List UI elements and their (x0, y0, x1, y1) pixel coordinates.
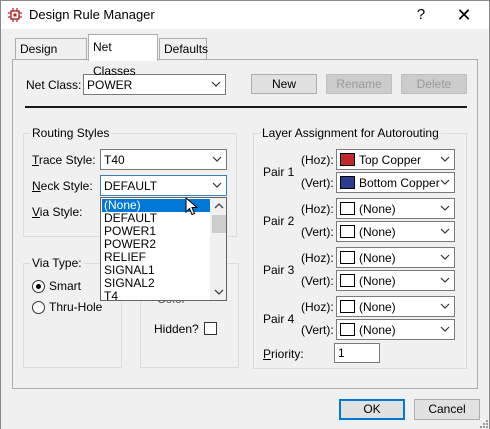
tab-design-rules[interactable]: Design Rules (15, 38, 87, 76)
layer-color-swatch (340, 202, 355, 215)
separator-line (25, 106, 467, 108)
mouse-cursor-icon (185, 197, 199, 216)
vert-layer-select[interactable]: Bottom Copper (336, 172, 455, 193)
hoz-label: (Hoz): (301, 153, 334, 167)
dropdown-scrollbar[interactable] (210, 198, 226, 300)
tab-defaults[interactable]: Defaults (159, 38, 209, 60)
vert-layer-select[interactable]: (None) (336, 319, 455, 340)
layer-color-swatch (340, 176, 355, 189)
smart-radio[interactable] (32, 280, 45, 293)
hoz-layer-select[interactable]: (None) (336, 198, 455, 219)
tab-net-classes[interactable]: Net Classes (88, 34, 158, 78)
layer-color-swatch (340, 225, 355, 238)
vert-label: (Vert): (301, 225, 334, 239)
net-class-label: Net Class: (26, 78, 82, 92)
rename-button[interactable]: Rename (326, 74, 392, 94)
layer-color-swatch (340, 251, 355, 264)
layer-color-swatch (340, 300, 355, 313)
thru-hole-label: Thru-Hole (49, 300, 103, 314)
hoz-layer-value: Top Copper (359, 153, 422, 167)
close-button[interactable]: ✕ (449, 4, 479, 26)
ok-button[interactable]: OK (339, 399, 405, 420)
via-type-title: Via Type: (30, 256, 84, 270)
title-bar[interactable]: Design Rule Manager ? ✕ (1, 1, 489, 29)
layer-assignment-title: Layer Assignment for Autorouting (260, 126, 441, 140)
pair-label: Pair 4 (263, 312, 295, 326)
tab-label: Net Classes (93, 40, 136, 78)
scroll-down-icon[interactable] (211, 284, 227, 300)
delete-button[interactable]: Delete (401, 74, 467, 94)
trace-style-select[interactable]: T40 (100, 149, 227, 170)
vert-layer-value: (None) (359, 323, 396, 337)
hoz-label: (Hoz): (301, 202, 334, 216)
neck-style-label-text: eck Style: (40, 179, 93, 193)
design-rule-manager-window: Design Rule Manager ? ✕ Design Rules Net… (0, 0, 490, 429)
chevron-down-icon (440, 156, 450, 162)
pair-label: Pair 3 (263, 263, 295, 277)
chevron-down-icon (440, 326, 450, 332)
priority-value: 1 (338, 346, 345, 360)
pair-label: Pair 1 (263, 165, 295, 179)
hoz-layer-select[interactable]: Top Copper (336, 149, 455, 170)
neck-style-select[interactable]: DEFAULT (100, 175, 227, 196)
neck-style-label: Neck Style: (32, 179, 93, 193)
layer-color-swatch (340, 323, 355, 336)
chevron-down-icon (212, 156, 222, 162)
hoz-label: (Hoz): (301, 300, 334, 314)
vert-layer-select[interactable]: (None) (336, 221, 455, 242)
chevron-down-icon (440, 254, 450, 260)
chevron-down-icon (440, 205, 450, 211)
chevron-down-icon (211, 81, 221, 87)
vert-label: (Vert): (301, 176, 334, 190)
chevron-down-icon (212, 182, 222, 188)
via-style-label-text: ia Style: (39, 205, 83, 219)
neck-style-dropdown-list[interactable]: (None) DEFAULT POWER1 POWER2 RELIEF SIGNAL1 SI… (100, 197, 227, 301)
chevron-down-icon (440, 179, 450, 185)
layer-color-swatch (340, 153, 355, 166)
via-style-label: Via Style: (32, 205, 83, 219)
hoz-layer-value: (None) (359, 300, 396, 314)
new-button[interactable]: New (251, 74, 317, 94)
hidden-checkbox[interactable] (204, 322, 217, 335)
scroll-up-icon[interactable] (211, 198, 227, 214)
hidden-label: Hidden? (154, 322, 199, 336)
neck-style-value: DEFAULT (104, 179, 158, 193)
vert-label: (Vert): (301, 274, 334, 288)
chevron-down-icon (440, 228, 450, 234)
routing-styles-title: Routing Styles (30, 126, 112, 140)
hoz-layer-select[interactable]: (None) (336, 247, 455, 268)
dropdown-item[interactable]: SIGNAL2 (102, 277, 210, 290)
pair-label: Pair 2 (263, 214, 295, 228)
trace-style-label: Trace Style: (32, 153, 96, 167)
vert-label: (Vert): (301, 323, 334, 337)
cancel-button[interactable]: Cancel (414, 399, 480, 420)
dropdown-item[interactable]: T4 (102, 290, 210, 301)
smart-label: Smart (49, 279, 82, 293)
chevron-down-icon (440, 277, 450, 283)
trace-style-label-text: race Style: (38, 153, 96, 167)
help-button[interactable]: ? (410, 5, 432, 25)
thru-hole-radio[interactable] (32, 301, 45, 314)
priority-label-text: riority: (271, 347, 304, 361)
priority-label: Priority: (263, 347, 304, 361)
window-title: Design Rule Manager (29, 7, 155, 22)
chevron-down-icon (440, 303, 450, 309)
hoz-label: (Hoz): (301, 251, 334, 265)
resize-grip-icon[interactable] (477, 417, 489, 429)
vert-layer-value: (None) (359, 225, 396, 239)
tab-label: Defaults (164, 42, 209, 56)
trace-style-value: T40 (104, 153, 125, 167)
chip-icon (8, 8, 22, 22)
hoz-layer-value: (None) (359, 202, 396, 216)
vert-layer-select[interactable]: (None) (336, 270, 455, 291)
radio-dot (36, 284, 41, 289)
vert-layer-value: Bottom Copper (359, 176, 440, 190)
hoz-layer-value: (None) (359, 251, 396, 265)
scroll-thumb[interactable] (212, 215, 226, 233)
vert-layer-value: (None) (359, 274, 396, 288)
layer-color-swatch (340, 274, 355, 287)
priority-input[interactable]: 1 (334, 343, 380, 363)
hoz-layer-select[interactable]: (None) (336, 296, 455, 317)
